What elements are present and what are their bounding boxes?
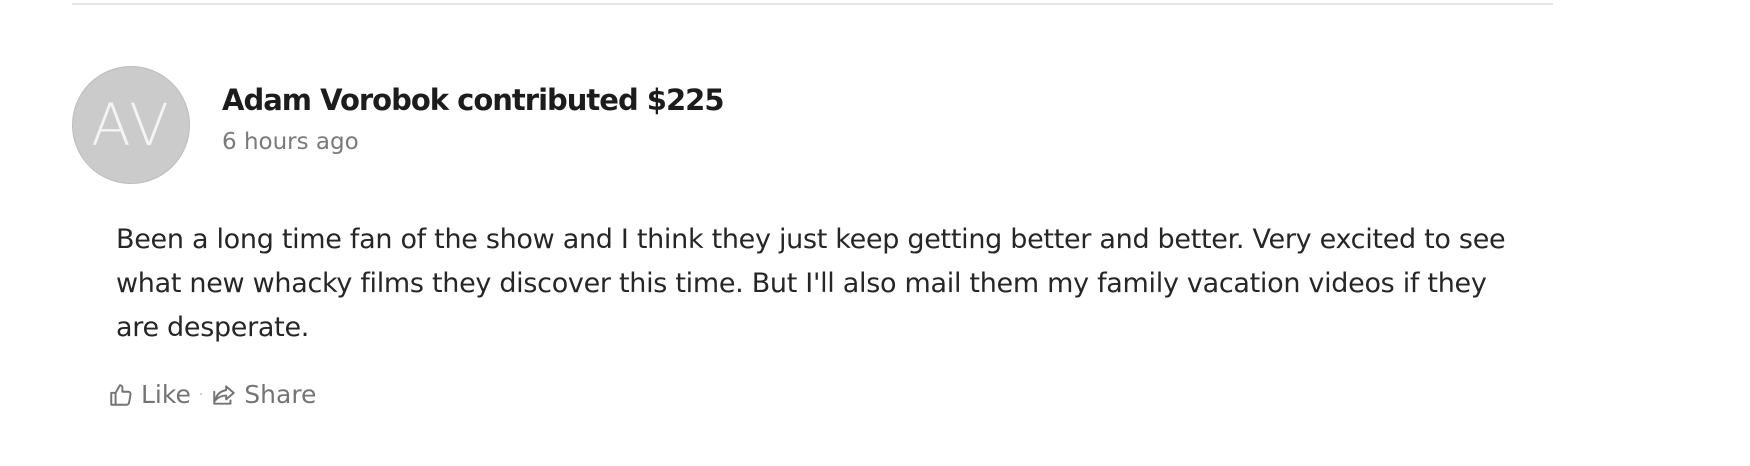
share-button[interactable]: Share bbox=[211, 380, 316, 409]
avatar: AV bbox=[72, 66, 190, 184]
timestamp: 6 hours ago bbox=[222, 129, 359, 155]
comment-text: Been a long time fan of the show and I t… bbox=[116, 224, 1506, 343]
share-label: Share bbox=[244, 380, 317, 409]
thumbs-up-icon bbox=[110, 383, 132, 406]
contribution-title: Adam Vorobok contributed $225 bbox=[222, 83, 725, 117]
comment-actions: Like · Share bbox=[108, 380, 316, 409]
like-label: Like bbox=[141, 380, 191, 409]
share-icon bbox=[213, 384, 236, 405]
like-button[interactable]: Like bbox=[108, 380, 191, 409]
top-divider bbox=[72, 3, 1553, 5]
action-separator: · bbox=[198, 386, 204, 403]
